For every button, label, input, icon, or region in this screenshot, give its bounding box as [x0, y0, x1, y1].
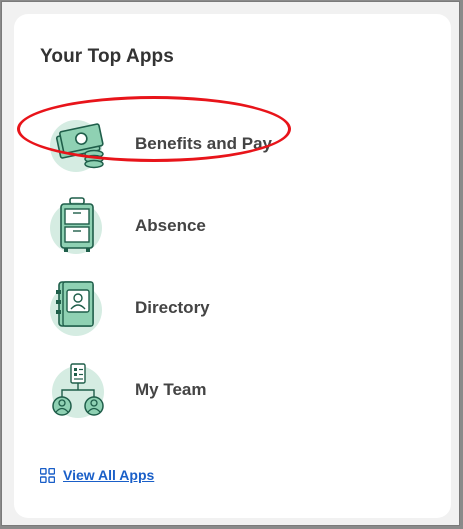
app-directory[interactable]: Directory [14, 278, 451, 348]
money-stack-icon [50, 120, 104, 172]
app-label: Benefits and Pay [135, 134, 272, 153]
app-label: Directory [135, 298, 210, 317]
app-absence[interactable]: Absence [14, 196, 451, 266]
app-benefits-and-pay[interactable]: Benefits and Pay [14, 114, 451, 184]
suitcase-icon [50, 197, 102, 254]
app-label: My Team [135, 380, 207, 399]
view-all-apps-label: View All Apps [63, 467, 155, 483]
top-apps-card: Your Top Apps Benefits and Pay Absence D… [14, 14, 451, 518]
contact-book-icon [50, 281, 102, 336]
grid-icon [40, 467, 55, 483]
card-title: Your Top Apps [40, 46, 174, 67]
page-frame: Your Top Apps Benefits and Pay Absence D… [1, 1, 460, 526]
team-org-icon [52, 363, 104, 418]
view-all-apps-link[interactable]: View All Apps [40, 467, 154, 483]
app-my-team[interactable]: My Team [14, 360, 451, 430]
app-label: Absence [135, 216, 206, 235]
